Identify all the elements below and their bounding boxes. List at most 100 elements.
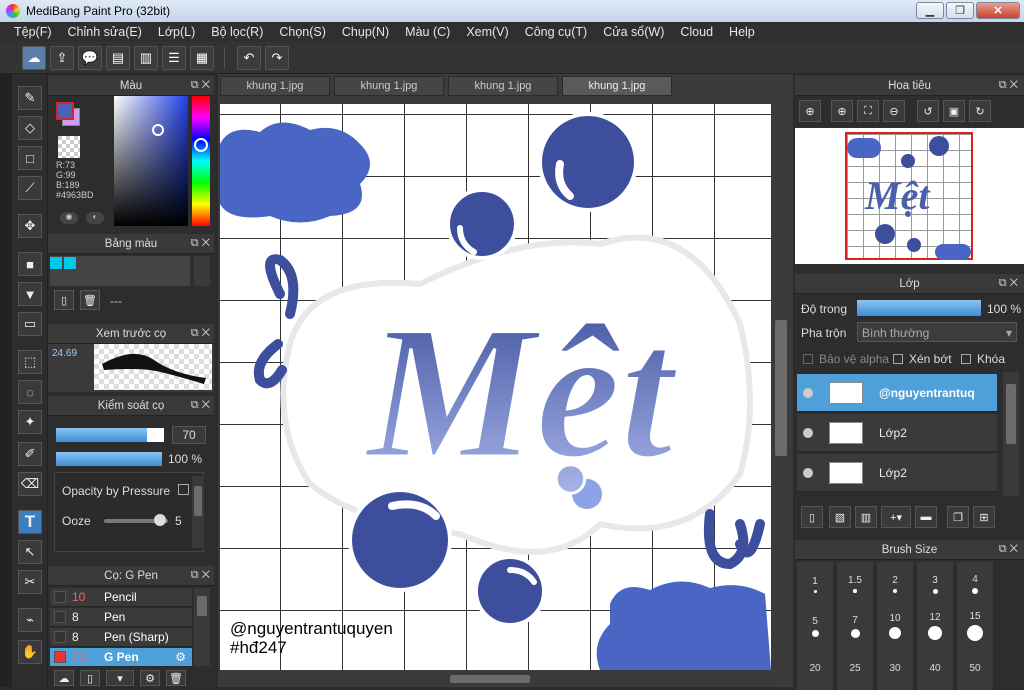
list-icon[interactable]: ☰ bbox=[162, 45, 186, 70]
delete-brush-icon[interactable]: 🗑 bbox=[166, 670, 186, 686]
layer-row[interactable]: Lớp2 bbox=[797, 454, 997, 492]
brush-opacity-slider[interactable] bbox=[56, 452, 162, 466]
rectangle-tool-icon[interactable]: □ bbox=[18, 146, 42, 170]
brush-size-preset[interactable]: 12 bbox=[917, 604, 953, 648]
brush-menu-icon[interactable]: ▾ bbox=[106, 670, 134, 686]
brush-cloud-icon[interactable]: ☁ bbox=[54, 670, 74, 686]
clipping-checkbox[interactable] bbox=[893, 354, 903, 364]
hue-slider[interactable] bbox=[192, 96, 210, 226]
operation-tool-icon[interactable]: ↖ bbox=[18, 540, 42, 564]
menu-filter[interactable]: Bộ lọc(R) bbox=[211, 25, 263, 39]
canvas-horizontal-scrollbar[interactable] bbox=[220, 672, 771, 686]
close-button[interactable]: ✕ bbox=[976, 2, 1020, 19]
brush-size-preset[interactable]: 1.5 bbox=[837, 562, 873, 606]
panel-controls-icon[interactable]: ⧉ ✕ bbox=[999, 543, 1018, 556]
panel-controls-icon[interactable]: ⧉ ✕ bbox=[191, 569, 210, 582]
transparent-swatch[interactable] bbox=[58, 136, 80, 158]
palette-scrollbar[interactable] bbox=[194, 256, 210, 286]
merge-layer-icon[interactable]: ⊞ bbox=[973, 506, 995, 528]
menu-select[interactable]: Chọn(S) bbox=[279, 25, 326, 39]
zoom-in-icon[interactable]: ⊕ bbox=[799, 100, 821, 122]
brush-size-preset[interactable]: 25 bbox=[837, 646, 873, 690]
menu-help[interactable]: Help bbox=[729, 25, 755, 39]
blend-mode-select[interactable]: Bình thường ▾ bbox=[857, 322, 1017, 342]
eye-icon[interactable] bbox=[803, 467, 813, 478]
panel-controls-icon[interactable]: ⧉ ✕ bbox=[191, 237, 210, 250]
add-layer-menu-icon[interactable]: +▾ bbox=[881, 506, 911, 528]
undo-button[interactable]: ↶ bbox=[237, 45, 261, 70]
new-halftone-layer-icon[interactable]: ▧ bbox=[829, 506, 851, 528]
layer-list-scrollbar[interactable] bbox=[1003, 372, 1019, 496]
zoom-out-icon[interactable]: ⊖ bbox=[883, 100, 905, 122]
eraser-tool-icon[interactable]: ◇ bbox=[18, 116, 42, 140]
gear-icon[interactable]: ⚙ bbox=[175, 650, 186, 664]
move-tool-icon[interactable]: ✥ bbox=[18, 214, 42, 238]
color-mode-icon[interactable]: ◉ bbox=[60, 212, 78, 224]
lasso-tool-icon[interactable]: ◌ bbox=[18, 380, 42, 404]
tab-document-3[interactable]: khung 1.jpg bbox=[448, 76, 558, 96]
comment-icon[interactable]: 💬 bbox=[78, 45, 102, 70]
menu-layer[interactable]: Lớp(L) bbox=[158, 25, 195, 39]
navigator-viewport-frame[interactable]: Mệt bbox=[845, 132, 973, 260]
brush-list-item[interactable]: 70 G Pen ⚙ bbox=[50, 648, 192, 667]
palette-swatch[interactable] bbox=[50, 257, 62, 269]
cloud-icon[interactable]: ☁ bbox=[22, 45, 46, 70]
lock-checkbox[interactable] bbox=[961, 354, 971, 364]
upload-icon[interactable]: ⇪ bbox=[50, 45, 74, 70]
menu-view[interactable]: Xem(V) bbox=[466, 25, 508, 39]
panel-controls-icon[interactable]: ⧉ ✕ bbox=[999, 277, 1018, 290]
menu-color[interactable]: Màu (C) bbox=[405, 25, 450, 39]
brush-size-preset[interactable]: 7 bbox=[837, 604, 873, 648]
layer-row[interactable]: @nguyentrantuq bbox=[797, 374, 997, 412]
eye-icon[interactable] bbox=[803, 387, 813, 398]
fill-rect-tool-icon[interactable]: ■ bbox=[18, 252, 42, 276]
select-rect-tool-icon[interactable]: ⬚ bbox=[18, 350, 42, 374]
brush-size-preset[interactable]: 50 bbox=[957, 646, 993, 690]
tab-document-4[interactable]: khung 1.jpg bbox=[562, 76, 672, 96]
brush-settings-icon[interactable]: ⚙ bbox=[140, 670, 160, 686]
new-palette-icon[interactable]: ▯ bbox=[54, 290, 74, 310]
brush-size-preset[interactable]: 40 bbox=[917, 646, 953, 690]
brush-size-preset[interactable]: 10 bbox=[877, 604, 913, 648]
hand-tool-icon[interactable]: ✋ bbox=[18, 640, 42, 664]
brush-size-preset[interactable]: 20 bbox=[797, 646, 833, 690]
panel-controls-icon[interactable]: ⧉ ✕ bbox=[191, 399, 210, 412]
eye-icon[interactable] bbox=[803, 427, 813, 438]
menu-file[interactable]: Tệp(F) bbox=[14, 25, 52, 39]
brush-list-item[interactable]: 10 Pencil bbox=[50, 588, 192, 607]
bucket-tool-icon[interactable]: ▼ bbox=[18, 282, 42, 306]
hue-slider-handle[interactable] bbox=[194, 138, 208, 152]
new-1bit-layer-icon[interactable]: ▥ bbox=[855, 506, 877, 528]
select-eraser-tool-icon[interactable]: ⌫ bbox=[18, 472, 42, 496]
maximize-button[interactable]: ❐ bbox=[946, 2, 974, 19]
eyedropper-tool-icon[interactable]: ⌁ bbox=[18, 608, 42, 632]
edit-icon[interactable]: ▦ bbox=[190, 45, 214, 70]
actual-size-icon[interactable]: ▣ bbox=[943, 100, 965, 122]
brush-size-preset[interactable]: 4 bbox=[957, 562, 993, 606]
brush-size-preset[interactable]: 2 bbox=[877, 562, 913, 606]
color-eyedrop-icon[interactable]: ◐ bbox=[86, 212, 104, 224]
document-icon[interactable]: ▥ bbox=[134, 45, 158, 70]
rotate-left-icon[interactable]: ↺ bbox=[917, 100, 939, 122]
color-picker-cursor[interactable] bbox=[152, 124, 164, 136]
gradient-tool-icon[interactable]: ▭ bbox=[18, 312, 42, 336]
duplicate-layer-icon[interactable]: ❐ bbox=[947, 506, 969, 528]
brush-size-preset[interactable]: 15 bbox=[957, 604, 993, 648]
saturation-value-picker[interactable] bbox=[114, 96, 188, 226]
primary-color-swatch[interactable] bbox=[56, 102, 74, 120]
brush-size-preset[interactable]: 30 bbox=[877, 646, 913, 690]
brush-size-preset[interactable]: 3 bbox=[917, 562, 953, 606]
zoom-plus-icon[interactable]: ⊕ bbox=[831, 100, 853, 122]
navigator-preview[interactable]: Mệt bbox=[795, 128, 1024, 264]
redo-button[interactable]: ↷ bbox=[265, 45, 289, 70]
line-tool-icon[interactable]: ⟋ bbox=[18, 176, 42, 200]
brush-size-preset[interactable]: 1 bbox=[797, 562, 833, 606]
canvas-vertical-scrollbar[interactable] bbox=[771, 96, 791, 670]
layer-folder-icon[interactable]: ▬ bbox=[915, 506, 937, 528]
brush-list-item[interactable]: 8 Pen (Sharp) bbox=[50, 628, 192, 647]
panel-controls-icon[interactable]: ⧉ ✕ bbox=[191, 79, 210, 92]
magic-wand-tool-icon[interactable]: ✦ bbox=[18, 410, 42, 434]
brush-size-value[interactable]: 70 bbox=[172, 426, 206, 444]
canvas-viewport[interactable]: Mệt @nguyentrantuquyen #hđ247 bbox=[220, 104, 771, 670]
fit-screen-icon[interactable]: ⛶ bbox=[857, 100, 879, 122]
